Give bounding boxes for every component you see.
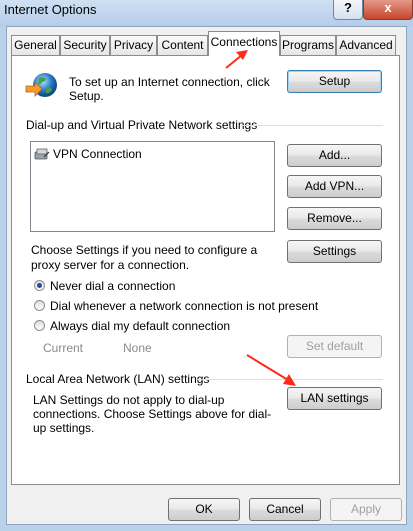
current-label: Current <box>43 341 84 355</box>
setup-button[interactable]: Setup <box>287 70 382 93</box>
dialup-group-label: Dial-up and Virtual Private Network sett… <box>26 118 258 132</box>
close-icon: x <box>384 0 392 15</box>
add-button[interactable]: Add... <box>287 144 382 167</box>
remove-button[interactable]: Remove... <box>287 207 382 230</box>
list-item-label: VPN Connection <box>53 146 142 161</box>
always-dial-label[interactable]: Always dial my default connection <box>50 319 230 333</box>
dial-when-no-network-label[interactable]: Dial whenever a network connection is no… <box>50 299 318 313</box>
tab-general[interactable]: General <box>11 35 60 55</box>
proxy-description: Choose Settings if you need to configure… <box>31 243 258 272</box>
radio-selected-dot <box>37 283 42 288</box>
lan-description: LAN Settings do not apply to dial-up con… <box>33 393 272 435</box>
lan-settings-button[interactable]: LAN settings <box>287 387 382 410</box>
ok-button[interactable]: OK <box>168 498 240 521</box>
tab-connections[interactable]: Connections <box>208 31 280 56</box>
tab-privacy[interactable]: Privacy <box>110 35 157 55</box>
tab-advanced[interactable]: Advanced <box>336 35 396 55</box>
connections-list[interactable]: VPN Connection <box>30 141 275 232</box>
setup-description: To set up an Internet connection, click … <box>69 75 270 103</box>
help-button[interactable]: ? <box>333 0 363 20</box>
tab-content[interactable]: Content <box>157 35 208 55</box>
lan-group-label: Local Area Network (LAN) settings <box>26 372 210 386</box>
window-title: Internet Options <box>4 2 97 17</box>
help-icon: ? <box>344 0 352 15</box>
apply-button[interactable]: Apply <box>330 498 402 521</box>
set-default-button[interactable]: Set default <box>287 335 382 358</box>
settings-button[interactable]: Settings <box>287 240 382 263</box>
always-dial-radio[interactable] <box>34 320 45 331</box>
vpn-connection-icon <box>34 147 50 161</box>
close-button[interactable]: x <box>363 0 413 20</box>
internet-globe-icon <box>24 70 60 104</box>
current-value: None <box>123 341 152 355</box>
never-dial-radio[interactable] <box>34 280 45 291</box>
dialup-group-divider <box>241 125 383 126</box>
tab-programs[interactable]: Programs <box>280 35 336 55</box>
lan-group-divider <box>197 379 383 380</box>
never-dial-label[interactable]: Never dial a connection <box>50 279 175 293</box>
cancel-button[interactable]: Cancel <box>249 498 321 521</box>
tab-security[interactable]: Security <box>60 35 110 55</box>
add-vpn-button[interactable]: Add VPN... <box>287 175 382 198</box>
dial-when-no-network-radio[interactable] <box>34 300 45 311</box>
list-item[interactable]: VPN Connection <box>34 146 142 161</box>
